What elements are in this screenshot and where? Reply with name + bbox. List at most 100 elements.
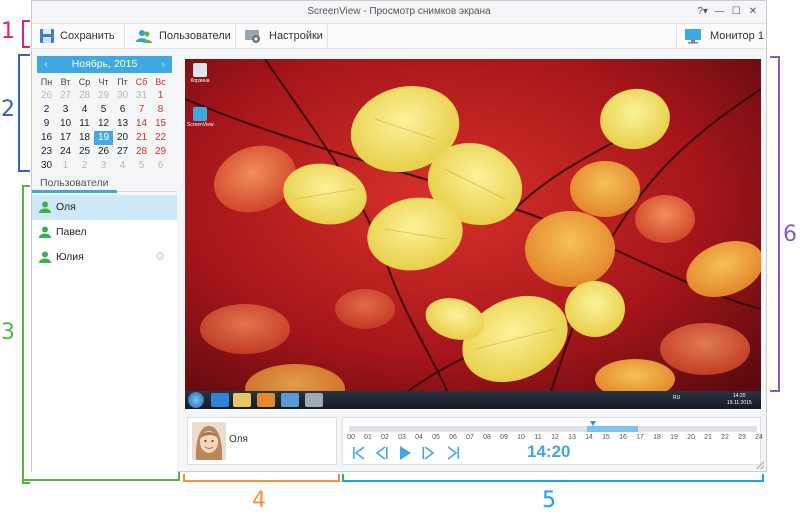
user-avatar <box>192 422 226 460</box>
user-item-pavel[interactable]: Павел <box>32 220 177 245</box>
timeline-hour-label: 15 <box>602 434 610 441</box>
recycle-bin-label: Корзина <box>190 78 210 84</box>
timeline-hour-label: 05 <box>432 434 440 441</box>
calendar-day[interactable]: 27 <box>56 89 75 103</box>
calendar: ‹ Ноябрь, 2015 › Пн Вт Ср Чт Пт Сб Вс 26… <box>37 56 172 173</box>
timeline-hour-label: 24 <box>755 434 763 441</box>
maximize-button[interactable]: ☐ <box>729 1 743 23</box>
timeline-hour-label: 01 <box>364 434 372 441</box>
user-item-olya[interactable]: Оля <box>32 195 177 220</box>
window-title: ScreenView - Просмотр снимков экрана <box>307 6 491 17</box>
calendar-day[interactable]: 24 <box>56 145 75 159</box>
timeline-hour-label: 10 <box>517 434 525 441</box>
user-settings-icon[interactable]: ⚙ <box>155 245 165 270</box>
calendar-day[interactable]: 3 <box>56 103 75 117</box>
screenview-desktop-icon[interactable]: ScreenView <box>187 107 214 128</box>
timeline-marker[interactable] <box>589 421 596 426</box>
step-forward-icon[interactable] <box>421 444 437 462</box>
calendar-day[interactable]: 17 <box>56 131 75 145</box>
calendar-day[interactable]: 8 <box>151 103 170 117</box>
settings-button[interactable]: Настройки <box>236 24 328 48</box>
annotation-number-2: 2 <box>1 97 15 122</box>
calendar-day[interactable]: 10 <box>56 117 75 131</box>
calendar-next-button[interactable]: › <box>156 56 170 73</box>
calendar-day[interactable]: 11 <box>75 117 94 131</box>
timeline-hour-label: 09 <box>500 434 508 441</box>
calendar-day[interactable]: 28 <box>132 145 151 159</box>
calendar-day[interactable]: 6 <box>113 103 132 117</box>
calendar-weekday: Чт <box>98 77 109 87</box>
calendar-day[interactable]: 5 <box>94 103 113 117</box>
calendar-day[interactable]: 9 <box>37 117 56 131</box>
annotation-bracket-1 <box>22 20 30 48</box>
calendar-day[interactable]: 20 <box>113 131 132 145</box>
calendar-day[interactable]: 4 <box>113 159 132 173</box>
calendar-day[interactable]: 26 <box>37 89 56 103</box>
calendar-day[interactable]: 22 <box>151 131 170 145</box>
calendar-day[interactable]: 16 <box>37 131 56 145</box>
skip-to-end-icon[interactable] <box>445 444 461 462</box>
toolbar: Сохранить Пользователи Настройки Монитор… <box>32 23 766 49</box>
calendar-day[interactable]: 5 <box>132 159 151 173</box>
play-icon[interactable] <box>397 444 413 462</box>
calendar-day[interactable]: 4 <box>75 103 94 117</box>
timeline-hour-label: 20 <box>687 434 695 441</box>
calendar-day[interactable]: 15 <box>151 117 170 131</box>
tray-date: 19.11.2015 <box>727 400 752 406</box>
calendar-prev-button[interactable]: ‹ <box>39 56 53 73</box>
current-user-panel: Оля <box>187 417 337 465</box>
user-name: Павел <box>56 226 87 238</box>
calendar-weekday: Пн <box>40 77 53 87</box>
calendar-day[interactable]: 28 <box>75 89 94 103</box>
calendar-day[interactable]: 6 <box>151 159 170 173</box>
calendar-day[interactable]: 1 <box>151 89 170 103</box>
users-tab[interactable]: Пользователи <box>40 177 109 189</box>
save-button[interactable]: Сохранить <box>32 24 125 48</box>
calendar-day[interactable]: 18 <box>75 131 94 145</box>
calendar-month-label[interactable]: Ноябрь, 2015 <box>72 58 138 70</box>
annotation-number-4: 4 <box>252 488 266 513</box>
calendar-day[interactable]: 30 <box>113 89 132 103</box>
annotation-bracket-5 <box>342 474 764 482</box>
step-back-icon[interactable] <box>373 444 389 462</box>
calendar-day[interactable]: 23 <box>37 145 56 159</box>
calendar-day[interactable]: 29 <box>94 89 113 103</box>
calendar-day[interactable]: 2 <box>75 159 94 173</box>
timeline-hour-label: 19 <box>670 434 678 441</box>
skip-to-start-icon[interactable] <box>351 444 367 462</box>
calendar-day[interactable]: 14 <box>132 117 151 131</box>
windows-taskbar: RU 14:20 19.11.2015 <box>185 391 761 409</box>
close-button[interactable]: ✕ <box>746 1 760 23</box>
annotation-number-3: 3 <box>1 320 15 345</box>
calendar-day[interactable]: 31 <box>132 89 151 103</box>
calendar-day[interactable]: 13 <box>113 117 132 131</box>
calendar-day[interactable]: 12 <box>94 117 113 131</box>
timeline-track[interactable] <box>349 421 757 432</box>
calendar-day-selected[interactable]: 19 <box>94 131 113 145</box>
calendar-day[interactable]: 3 <box>94 159 113 173</box>
resize-grip-icon[interactable] <box>756 461 764 469</box>
user-icon <box>39 201 51 213</box>
screenshot-viewer[interactable]: Корзина ScreenView RU 14:20 19.11.2015 <box>185 59 761 409</box>
calendar-day[interactable]: 1 <box>56 159 75 173</box>
current-time: 14:20 <box>527 442 571 461</box>
calendar-day[interactable]: 30 <box>37 159 56 173</box>
calendar-day[interactable]: 27 <box>113 145 132 159</box>
user-item-yulia[interactable]: Юлия ⚙ <box>32 245 177 270</box>
monitor-selector[interactable]: Монитор 1 <box>676 24 768 48</box>
timeline-hour-label: 12 <box>551 434 559 441</box>
recycle-bin-icon[interactable]: Корзина <box>187 63 213 84</box>
users-button[interactable]: Пользователи <box>125 24 236 48</box>
minimize-button[interactable]: — <box>712 1 726 23</box>
calendar-day[interactable]: 26 <box>94 145 113 159</box>
save-icon <box>40 29 54 43</box>
calendar-day[interactable]: 29 <box>151 145 170 159</box>
users-list: Оля Павел Юлия ⚙ <box>32 195 177 472</box>
help-menu-button[interactable]: ?▾ <box>696 1 710 23</box>
calendar-day[interactable]: 2 <box>37 103 56 117</box>
calendar-day[interactable]: 25 <box>75 145 94 159</box>
calendar-day[interactable]: 21 <box>132 131 151 145</box>
current-user-name: Оля <box>229 434 248 445</box>
calendar-day[interactable]: 7 <box>132 103 151 117</box>
users-label: Пользователи <box>159 30 231 42</box>
